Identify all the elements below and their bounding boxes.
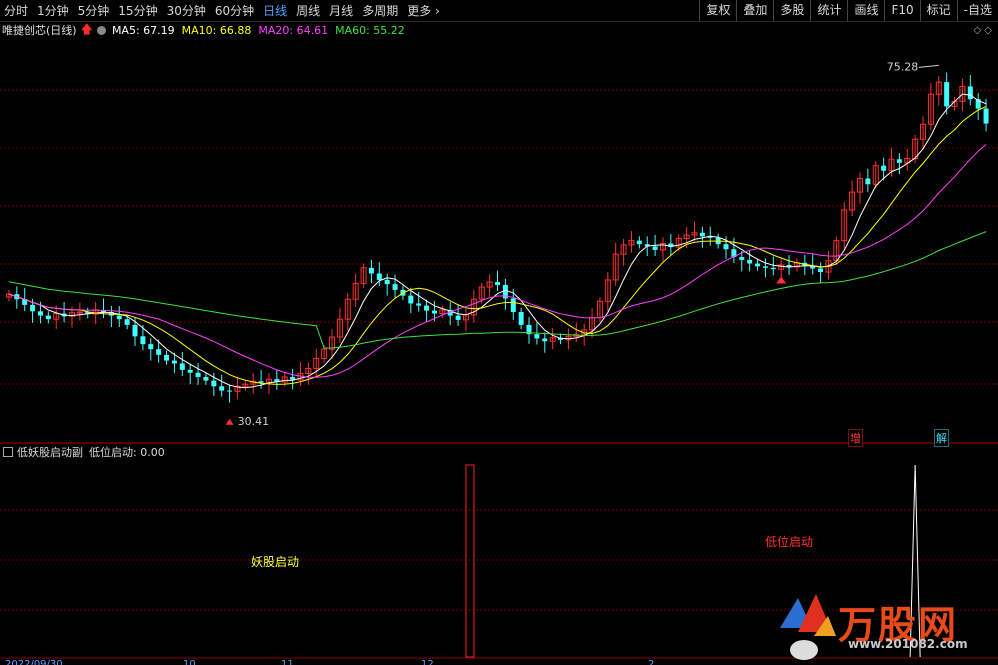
candles xyxy=(5,72,989,403)
date-tick-3: 12 xyxy=(421,659,434,665)
candle-body-24 xyxy=(195,372,201,378)
candle-body-17 xyxy=(140,336,146,345)
candle-body-23 xyxy=(187,369,193,373)
candle-body-53 xyxy=(424,305,430,311)
candle-body-25 xyxy=(203,377,209,381)
candle-body-111 xyxy=(881,165,887,171)
candle-body-3 xyxy=(30,304,36,312)
candle-body-48 xyxy=(384,279,390,285)
candle-body-119 xyxy=(944,82,950,107)
candle-body-80 xyxy=(636,240,642,245)
brand-logo-url: www.201082.com xyxy=(848,637,968,651)
grid-lines xyxy=(0,89,998,611)
indicator-toggle-icon[interactable] xyxy=(3,447,13,457)
candle-body-22 xyxy=(179,363,185,370)
candle-body-68 xyxy=(542,338,548,342)
ma5-line xyxy=(8,93,987,389)
candle-body-28 xyxy=(227,390,233,392)
date-tick-2: 11 xyxy=(281,659,294,665)
candle-body-27 xyxy=(219,386,225,391)
date-tick-4: 2 xyxy=(648,659,654,665)
candle-body-64 xyxy=(510,298,516,313)
indicator-label-1: 妖股启动 xyxy=(251,555,300,569)
candle-body-124 xyxy=(983,108,989,124)
indicator-spike-1 xyxy=(465,464,475,658)
high-price-leader xyxy=(918,64,939,68)
date-tick-1: 10 xyxy=(183,659,196,665)
candle-body-49 xyxy=(392,284,398,290)
indicator-value: 低位启动: 0.00 xyxy=(89,446,165,459)
candle-body-67 xyxy=(534,334,540,339)
indicator-name: 低妖股启动副 xyxy=(17,446,83,459)
date-tick-0: 2022/09/30 xyxy=(5,659,63,665)
candle-body-46 xyxy=(368,267,374,274)
candle-body-51 xyxy=(408,295,414,304)
candle-body-20 xyxy=(164,354,170,361)
indicator-label-2: 低位启动 xyxy=(765,535,814,549)
candle-body-93 xyxy=(739,257,745,260)
high-price-label: 75.28 xyxy=(887,60,919,73)
ma-lines xyxy=(8,93,987,389)
marker-zeng[interactable]: 增 xyxy=(848,429,863,447)
price-annotations: 75.28 30.41 xyxy=(225,60,939,428)
ma20-line xyxy=(8,144,987,378)
candle-body-122 xyxy=(967,86,973,100)
candle-body-82 xyxy=(652,246,658,250)
candle-body-109 xyxy=(865,178,871,185)
candle-body-14 xyxy=(116,315,122,320)
candle-body-96 xyxy=(762,266,768,268)
candle-body-15 xyxy=(124,319,130,325)
candle-body-95 xyxy=(755,263,761,267)
candle-body-9 xyxy=(76,311,83,314)
candle-body-88 xyxy=(699,232,705,237)
candle-body-91 xyxy=(723,244,729,250)
candle-body-5 xyxy=(45,315,51,320)
kline-chart[interactable]: 2022/09/30 10 11 12 2 75.28 30.41 xyxy=(0,0,998,665)
low-marker-icon xyxy=(225,418,234,425)
marker-jie[interactable]: 解 xyxy=(934,429,949,447)
candle-body-57 xyxy=(455,315,461,320)
low-price-label: 30.41 xyxy=(238,415,270,428)
candle-body-52 xyxy=(416,303,422,306)
indicator-header: 低妖股启动副 低位启动: 0.00 xyxy=(0,444,165,460)
candle-body-21 xyxy=(171,360,177,364)
candle-body-113 xyxy=(896,159,902,163)
candle-body-19 xyxy=(156,349,162,355)
candle-body-54 xyxy=(431,310,437,314)
candle-body-18 xyxy=(148,344,154,350)
candle-body-62 xyxy=(495,282,500,285)
candle-body-97 xyxy=(770,267,776,270)
candle-body-103 xyxy=(818,268,824,273)
candle-body-94 xyxy=(747,259,753,264)
candle-body-4 xyxy=(37,311,43,316)
candle-body-47 xyxy=(376,273,382,280)
candle-body-26 xyxy=(211,380,217,387)
buy-signal-icon xyxy=(776,276,787,284)
candle-body-65 xyxy=(518,312,524,325)
candle-body-16 xyxy=(132,324,138,337)
